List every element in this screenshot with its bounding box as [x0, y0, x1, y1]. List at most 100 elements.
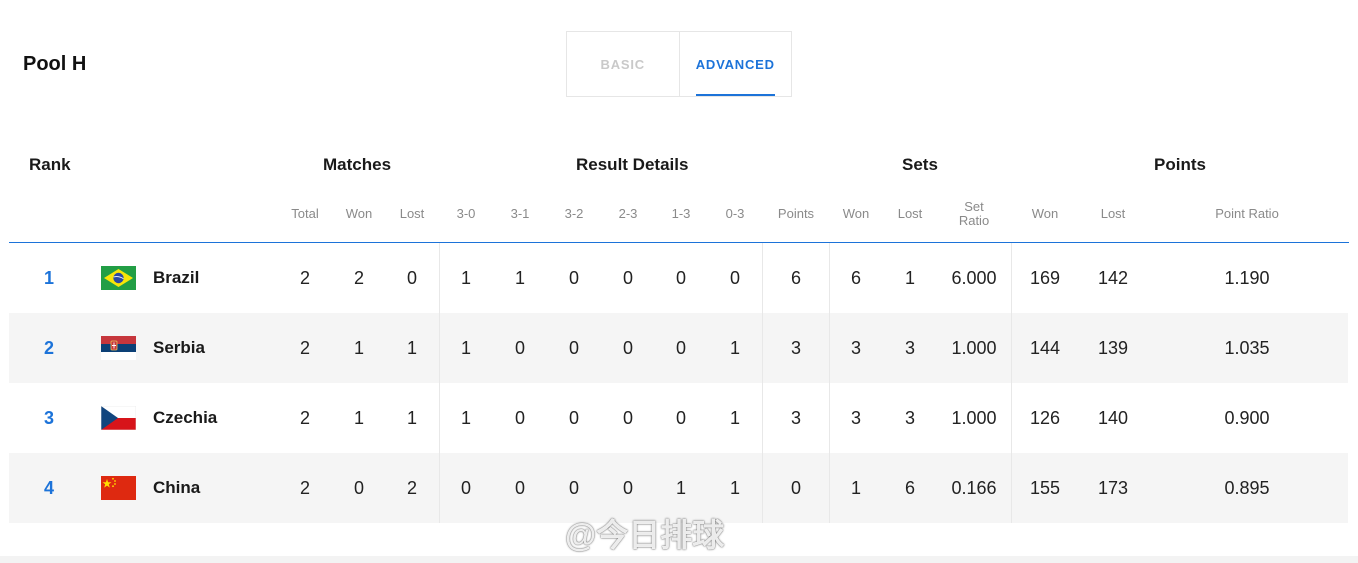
matches-total: 2 [299, 478, 311, 498]
header-points: Points [1154, 155, 1206, 174]
matches-won: 1 [353, 338, 365, 358]
points-lost: 139 [1097, 338, 1129, 358]
points-value: 3 [790, 338, 802, 358]
stats-tabs: BASIC ADVANCED [566, 31, 792, 97]
matches-lost: 1 [406, 408, 418, 428]
watermark-text: @今日排球 [565, 517, 725, 553]
matches-total: 2 [299, 268, 311, 288]
header-sets: Sets [902, 155, 938, 174]
subheader-sets-lost: Lost [897, 206, 923, 221]
tab-basic[interactable]: BASIC [567, 32, 679, 96]
column-divider [1011, 243, 1012, 523]
rank-value: 3 [43, 408, 55, 428]
header-rank: Rank [29, 155, 71, 174]
result-0-3: 1 [729, 478, 741, 498]
subheader-3-0: 3-0 [456, 206, 476, 221]
sets-lost: 6 [904, 478, 916, 498]
subheader-points-lost: Lost [1100, 206, 1126, 221]
subheader-total: Total [291, 206, 319, 221]
subheader-set-ratio-line2: Ratio [958, 213, 990, 228]
czechia-flag-icon [101, 406, 136, 430]
result-1-3: 0 [675, 268, 687, 288]
column-divider [829, 243, 830, 523]
result-2-3: 0 [622, 338, 634, 358]
team-name[interactable]: Brazil [153, 243, 199, 313]
result-3-1: 1 [514, 268, 526, 288]
subheader-point-ratio: Point Ratio [1215, 206, 1279, 221]
matches-lost: 0 [406, 268, 418, 288]
points-value: 6 [790, 268, 802, 288]
matches-won: 1 [353, 408, 365, 428]
matches-lost: 1 [406, 338, 418, 358]
result-2-3: 0 [622, 408, 634, 428]
points-won: 169 [1029, 268, 1061, 288]
serbia-flag-icon [101, 336, 136, 360]
column-divider [762, 243, 763, 523]
result-3-0: 1 [460, 268, 472, 288]
result-3-1: 0 [514, 338, 526, 358]
sets-won: 1 [850, 478, 862, 498]
table-row: 1 Brazil 2 2 0 1 1 0 0 0 0 6 6 1 6.000 1… [9, 243, 1348, 313]
matches-won: 0 [353, 478, 365, 498]
result-3-1: 0 [514, 408, 526, 428]
point-ratio: 1.035 [1224, 338, 1270, 358]
result-0-3: 1 [729, 338, 741, 358]
set-ratio: 1.000 [951, 338, 997, 358]
set-ratio: 0.166 [951, 478, 997, 498]
china-flag-icon [101, 476, 136, 500]
subheader-points-won: Won [1031, 206, 1059, 221]
result-0-3: 1 [729, 408, 741, 428]
result-2-3: 0 [622, 268, 634, 288]
header-result-details: Result Details [576, 155, 689, 174]
result-3-2: 0 [568, 268, 580, 288]
points-won: 126 [1029, 408, 1061, 428]
points-lost: 140 [1097, 408, 1129, 428]
set-ratio: 1.000 [951, 408, 997, 428]
sets-won: 6 [850, 268, 862, 288]
result-3-2: 0 [568, 408, 580, 428]
points-value: 0 [790, 478, 802, 498]
subheader-sets-won: Won [842, 206, 870, 221]
result-3-2: 0 [568, 338, 580, 358]
points-value: 3 [790, 408, 802, 428]
rank-value: 2 [43, 338, 55, 358]
subheader-points: Points [777, 206, 815, 221]
subheader-1-3: 1-3 [671, 206, 691, 221]
matches-total: 2 [299, 408, 311, 428]
subheader-set-ratio-line1: Set [964, 199, 984, 214]
result-1-3: 0 [675, 338, 687, 358]
sets-won: 3 [850, 338, 862, 358]
tab-advanced[interactable]: ADVANCED [678, 32, 792, 96]
rank-value: 1 [43, 268, 55, 288]
team-name[interactable]: Serbia [153, 313, 205, 383]
subheader-3-2: 3-2 [564, 206, 584, 221]
page-title: Pool H [23, 53, 87, 75]
result-1-3: 0 [675, 408, 687, 428]
column-divider [439, 243, 440, 523]
result-3-0: 1 [460, 408, 472, 428]
points-won: 144 [1029, 338, 1061, 358]
result-3-0: 1 [460, 338, 472, 358]
sets-lost: 3 [904, 408, 916, 428]
matches-lost: 2 [406, 478, 418, 498]
subheader-won: Won [345, 206, 373, 221]
subheader-lost: Lost [399, 206, 425, 221]
subheader-0-3: 0-3 [725, 206, 745, 221]
point-ratio: 0.900 [1224, 408, 1270, 428]
points-lost: 173 [1097, 478, 1129, 498]
result-3-1: 0 [514, 478, 526, 498]
brazil-flag-icon [101, 266, 136, 290]
set-ratio: 6.000 [951, 268, 997, 288]
sets-won: 3 [850, 408, 862, 428]
point-ratio: 0.895 [1224, 478, 1270, 498]
rank-value: 4 [43, 478, 55, 498]
team-name[interactable]: Czechia [153, 383, 217, 453]
sets-lost: 1 [904, 268, 916, 288]
subheader-2-3: 2-3 [618, 206, 638, 221]
team-name[interactable]: China [153, 453, 200, 523]
table-row: 2 Serbia 2 1 1 1 0 0 0 0 1 3 3 3 1.000 1… [9, 313, 1348, 383]
table-row: 3 Czechia 2 1 1 1 0 0 0 0 1 3 3 3 1.000 … [9, 383, 1348, 453]
points-lost: 142 [1097, 268, 1129, 288]
result-3-0: 0 [460, 478, 472, 498]
subheader-3-1: 3-1 [510, 206, 530, 221]
